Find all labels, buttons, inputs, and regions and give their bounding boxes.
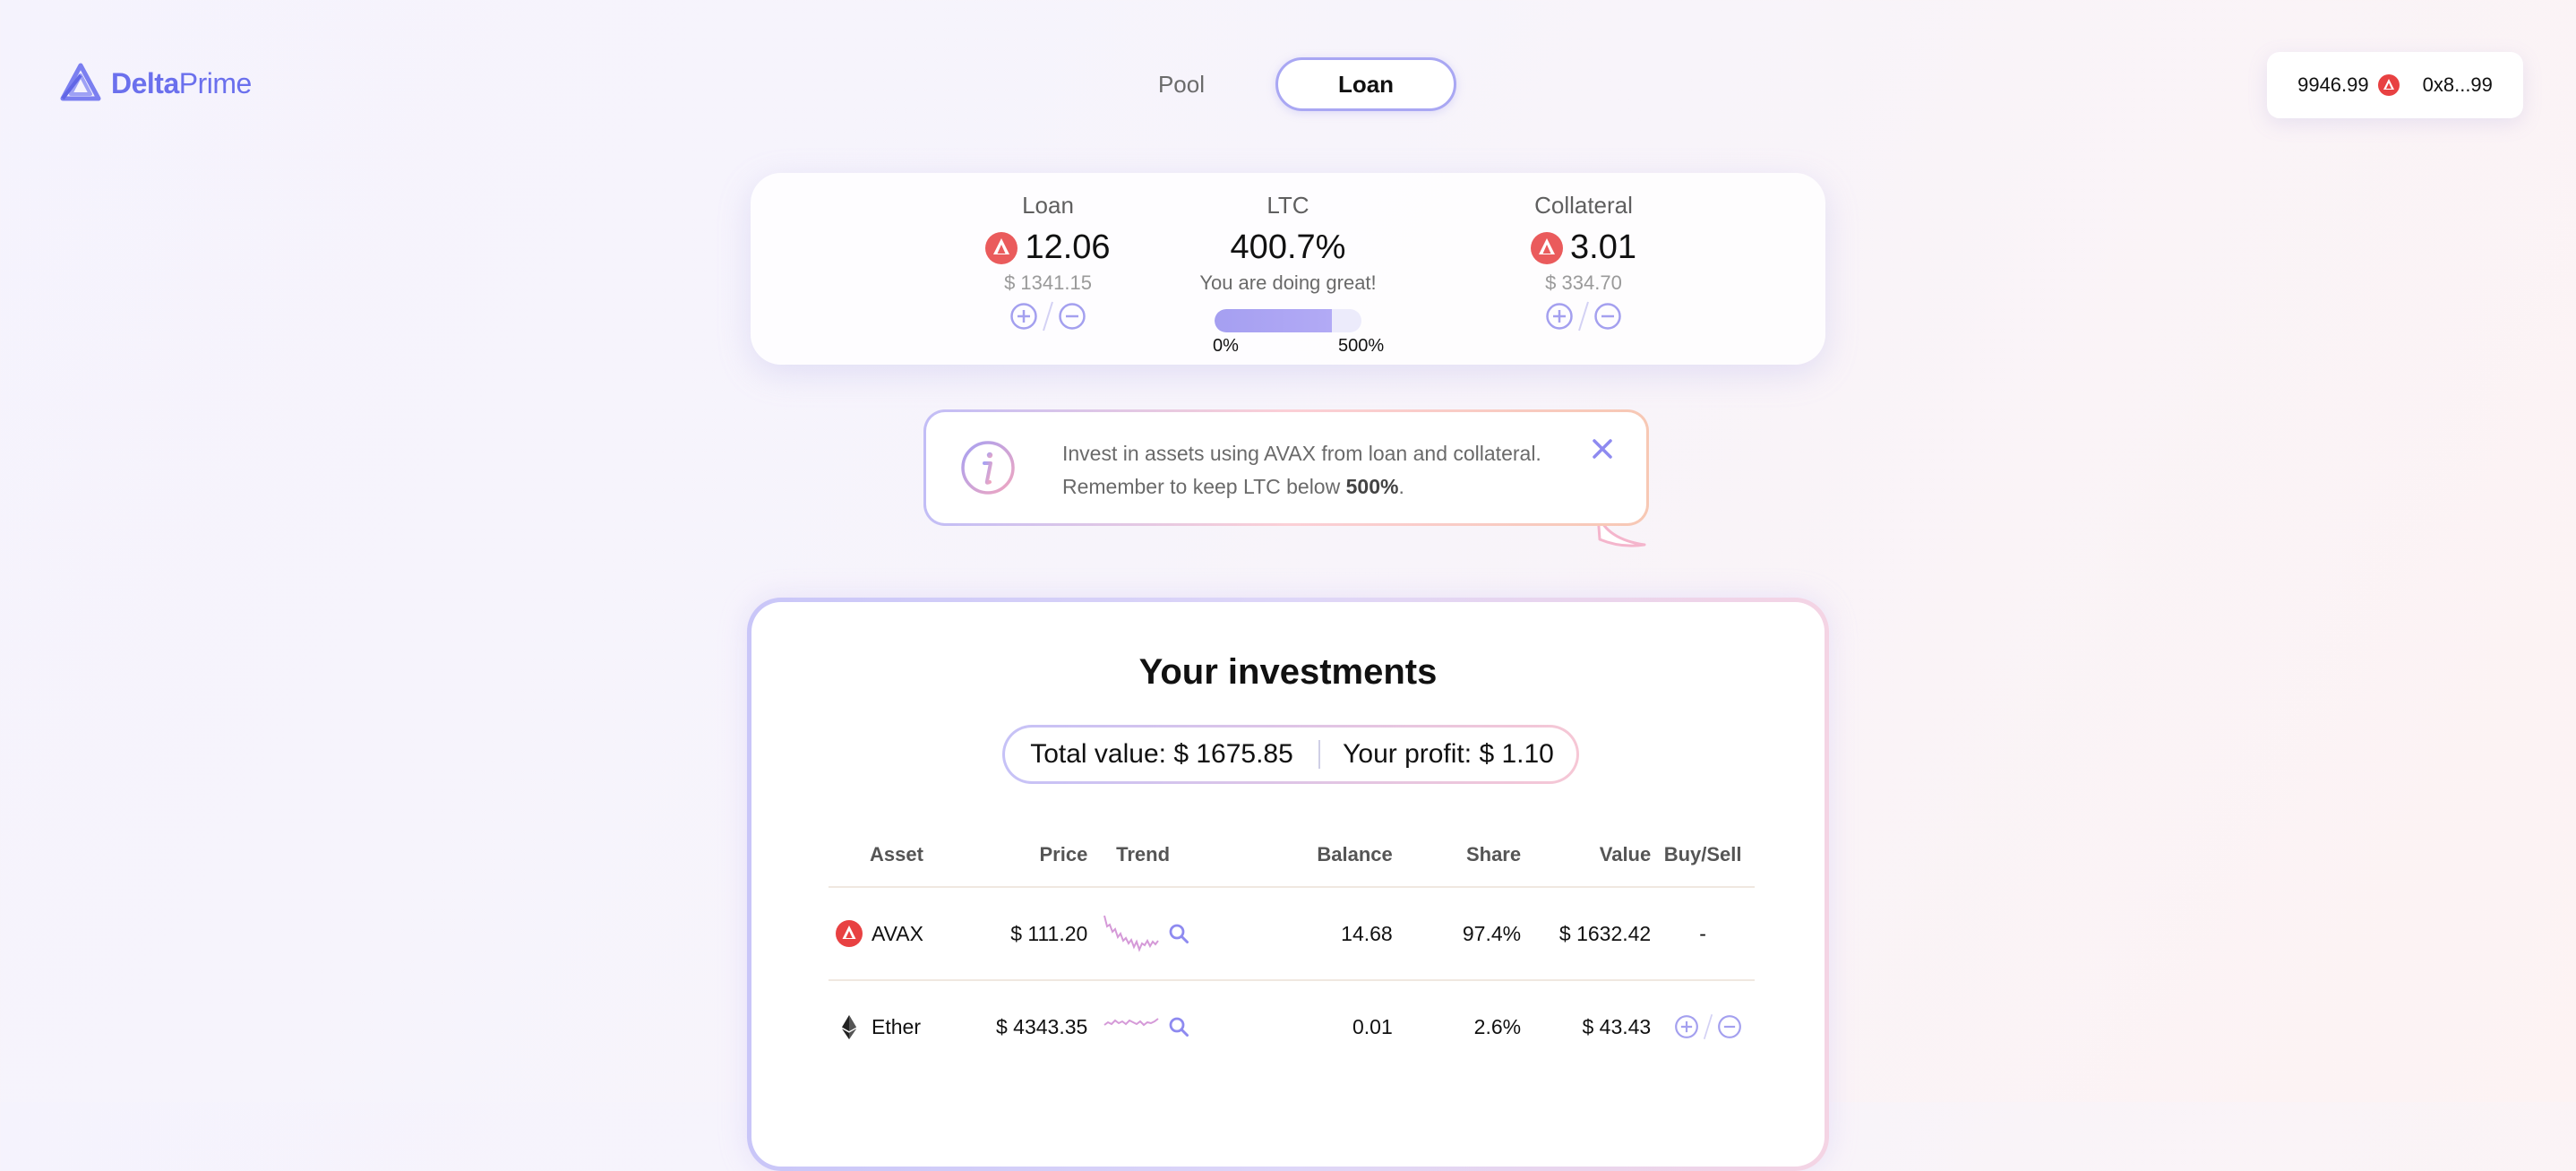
- col-header-trend: Trend: [1116, 843, 1171, 865]
- ltc-progress-bar: [1215, 309, 1361, 332]
- avax-icon: [2377, 74, 2400, 96]
- ltc-title: LTC: [1267, 192, 1309, 219]
- loan-usd: $ 1341.15: [1004, 271, 1092, 294]
- col-header-asset: Asset: [870, 843, 923, 865]
- info-bubble: Invest in assets using AVAX from loan an…: [923, 409, 1649, 526]
- logo-text: DeltaPrime: [111, 66, 252, 99]
- slash-divider: [1043, 301, 1053, 331]
- borrow-plus-button[interactable]: [1009, 302, 1038, 331]
- search-icon[interactable]: [1168, 923, 1189, 944]
- share-cell: 2.6%: [1392, 979, 1522, 1072]
- value-cell: $ 1632.42: [1521, 886, 1652, 980]
- main-nav: Pool Loan: [1091, 57, 1456, 111]
- col-header-balance: Balance: [1317, 843, 1393, 865]
- buy-sell-cell: -: [1651, 886, 1755, 980]
- info-message: Invest in assets using AVAX from loan an…: [1062, 437, 1541, 504]
- table-header-row: Asset Price Trend Balance Share Value Bu…: [829, 823, 1755, 887]
- collateral-amount: 3.01: [1570, 228, 1636, 266]
- buy-plus-button[interactable]: [1674, 1014, 1699, 1039]
- add-collateral-plus-button[interactable]: [1545, 302, 1574, 331]
- info-line-1: Invest in assets using AVAX from loan an…: [1062, 442, 1541, 465]
- nav-tab-pool[interactable]: Pool: [1091, 57, 1272, 111]
- avax-icon: [985, 231, 1018, 264]
- info-icon: [961, 441, 1015, 495]
- investments-panel: Your investments Total value: $ 1675.85 …: [747, 598, 1829, 1171]
- loan-title: Loan: [1022, 192, 1074, 219]
- ltc-message: You are doing great!: [1199, 271, 1377, 294]
- close-icon[interactable]: [1591, 437, 1614, 461]
- nav-tab-loan[interactable]: Loan: [1275, 57, 1456, 111]
- asset-name: AVAX: [872, 921, 923, 945]
- ltc-value: 400.7%: [1230, 228, 1346, 266]
- avax-icon: [836, 920, 863, 947]
- col-header-share: Share: [1465, 843, 1522, 865]
- table-row: Ether $ 4343.35 0.01 2.6% $ 43.43: [829, 979, 1755, 1072]
- wallet-widget[interactable]: 9946.99 0x8...99: [2267, 52, 2523, 118]
- logo[interactable]: DeltaPrime: [59, 63, 252, 104]
- investments-table: Asset Price Trend Balance Share Value Bu…: [829, 823, 1755, 1072]
- total-value: Total value: $ 1675.85: [1030, 739, 1293, 769]
- wallet-balance: 9946.99: [2297, 73, 2369, 96]
- ltc-min-label: 0%: [1213, 336, 1239, 356]
- investments-summary: Total value: $ 1675.85 Your profit: $ 1.…: [1002, 725, 1579, 784]
- collateral-usd: $ 334.70: [1545, 271, 1622, 294]
- balance-cell: 0.01: [1198, 979, 1393, 1072]
- wallet-address: 0x8...99: [2422, 73, 2493, 96]
- price-cell: $ 111.20: [923, 886, 1088, 980]
- ltc-progress-fill: [1215, 309, 1333, 332]
- info-line-2: Remember to keep LTC below 500%.: [1062, 475, 1404, 498]
- slash-divider: [1578, 301, 1589, 331]
- balance-cell: 14.68: [1198, 886, 1393, 980]
- share-cell: 97.4%: [1392, 886, 1522, 980]
- investments-title: Your investments: [1138, 652, 1438, 692]
- asset-name: Ether: [872, 1014, 921, 1038]
- col-header-price: Price: [1039, 843, 1088, 865]
- value-cell: $ 43.43: [1521, 979, 1652, 1072]
- trend-sparkline: [1103, 1018, 1159, 1027]
- collateral-value: 3.01: [1476, 228, 1691, 267]
- asset-cell: Ether: [829, 979, 923, 1072]
- slash-divider: [1704, 1014, 1713, 1039]
- loan-stats-panel: Loan 12.06 $ 1341.15 LTC 400.7% You are …: [751, 173, 1825, 365]
- loan-amount: 12.06: [1025, 228, 1111, 266]
- table-row: AVAX $ 111.20 14.68 97.4% $ 1632.42 -: [829, 886, 1755, 980]
- ltc-max-label: 500%: [1338, 336, 1385, 356]
- trend-cell: [1087, 979, 1198, 1072]
- sell-minus-button[interactable]: [1717, 1014, 1742, 1039]
- collateral-actions: [1476, 300, 1691, 332]
- collateral-title: Collateral: [1534, 192, 1633, 219]
- withdraw-collateral-minus-button[interactable]: [1593, 302, 1622, 331]
- loan-actions: [940, 300, 1155, 332]
- repay-minus-button[interactable]: [1058, 302, 1086, 331]
- trend-sparkline: [1103, 915, 1160, 952]
- avax-icon: [1531, 231, 1564, 264]
- ether-icon: [842, 1015, 856, 1039]
- col-header-value: Value: [1599, 843, 1652, 865]
- asset-cell: AVAX: [829, 886, 923, 980]
- search-icon[interactable]: [1168, 1016, 1189, 1038]
- loan-value: 12.06: [940, 228, 1155, 267]
- trend-cell: [1087, 886, 1198, 980]
- deltaprime-logo-icon: [60, 63, 101, 101]
- col-header-buy-sell: Buy/Sell: [1663, 843, 1742, 865]
- buy-sell-cell: [1651, 979, 1755, 1072]
- price-cell: $ 4343.35: [923, 979, 1088, 1072]
- your-profit: Your profit: $ 1.10: [1343, 739, 1554, 769]
